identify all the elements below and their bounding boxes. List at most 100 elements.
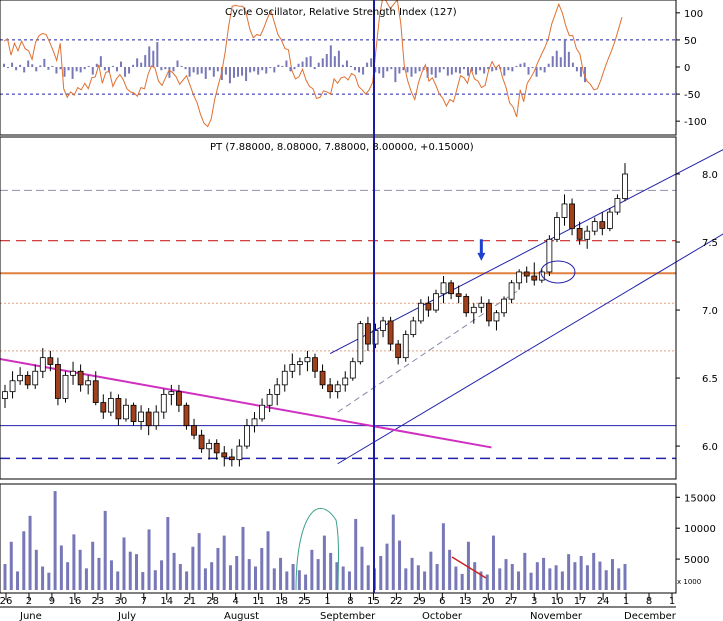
oscillator-bar [491,67,494,72]
oscillator-bar [83,67,86,70]
volume-bar [3,564,7,590]
candle-body [123,404,129,420]
oscillator-bar [245,67,248,82]
oscillator-bar [208,67,211,71]
oscillator-bar [180,65,183,67]
candle-body [380,320,386,331]
candle-body [365,323,371,345]
volume-bar [585,565,589,590]
volume-bar [623,564,627,590]
candle-body [387,320,394,345]
volume-bar [523,552,527,590]
oscillator-bar [551,56,554,67]
oscillator-bar [188,67,191,77]
volume-bar [316,559,320,590]
candle-body [213,442,220,454]
volume-bar [34,549,38,590]
candle-body [531,275,538,281]
oscillator-bar [466,67,469,76]
oscillator-bar [47,67,50,70]
oscillator-bar [462,67,465,70]
candle-body [100,402,107,413]
price-tick-label: 6.0 [702,442,718,453]
oscillator-bar [547,63,550,67]
volume-bar [109,560,113,590]
volume-bar [454,566,458,590]
oscillator-bar [241,67,244,76]
oscillator-title: Cycle Oscillator, Relative Strength Inde… [225,7,457,18]
candle-body [402,334,409,359]
oscillator-bar [297,63,300,67]
x-tick-label: 17 [574,596,587,607]
candle-body [9,380,16,393]
oscillator-bar [293,67,296,70]
oscillator-bar [103,67,106,71]
x-tick-label: 6 [439,596,445,607]
volume-bar [72,534,76,590]
candle-body [107,398,114,413]
oscillator-bar [19,64,22,67]
oscillator-bar [128,67,131,74]
candle-body [221,452,228,458]
candle-body [455,293,462,297]
candle-body [198,434,205,450]
volume-bar [260,547,264,590]
oscillator-bar [79,67,82,73]
oscillator-bar [515,65,518,67]
volume-bar [141,572,145,590]
candle-body [576,228,583,240]
oscillator-bar [345,60,348,67]
oscillator-bar [273,67,276,73]
oscillator-bar [269,67,272,69]
volume-bar [222,535,226,590]
volume-bar [329,552,333,590]
oscillator-bar [438,67,441,73]
volume-bar [16,571,20,590]
candle-body [77,370,84,386]
oscillator-bar [261,67,264,71]
month-label: September [320,611,376,621]
volume-bar [266,531,270,590]
x-tick-label: 22 [390,596,403,607]
osc-tick-label: 100 [684,9,703,20]
volume-bar [379,556,383,590]
volume-bar [554,565,558,590]
x-tick-label: 4 [232,596,238,607]
oscillator-bar [184,67,187,70]
x-tick-label: 14 [160,596,173,607]
volume-bar [385,543,389,590]
volume-bar [542,557,546,590]
oscillator-bar [204,67,207,79]
oscillator-bar [216,67,219,72]
price-tick-label: 8.0 [702,170,718,181]
oscillator-bar [305,57,308,67]
oscillator-panel [0,0,676,128]
volume-bar [91,541,95,590]
oscillator-bar [418,67,421,72]
oscillator-bar [99,56,102,67]
oscillator-bar [144,55,147,67]
candle-body [395,343,402,359]
volume-unit: x 1000 [677,578,701,586]
candle-body [259,404,265,420]
oscillator-bar [176,60,179,67]
x-tick-label: 27 [505,596,518,607]
rsi-line [3,0,623,128]
volume-bar [592,552,596,590]
month-label: December [624,611,677,621]
osc-tick-label: -100 [684,117,707,128]
candle-body [55,364,61,399]
volume-bar [279,557,283,590]
oscillator-bar [156,42,159,67]
volume-bar [567,554,571,590]
candle-body [622,173,628,199]
candle-body [39,357,46,372]
candle-body [508,282,515,300]
volume-bar [28,515,32,590]
oscillator-bar [329,45,332,67]
oscillator-bar [31,64,34,67]
oscillator-bar [59,67,62,70]
volume-bar [235,556,239,590]
candle-body [599,221,606,229]
oscillator-bar [281,65,284,67]
